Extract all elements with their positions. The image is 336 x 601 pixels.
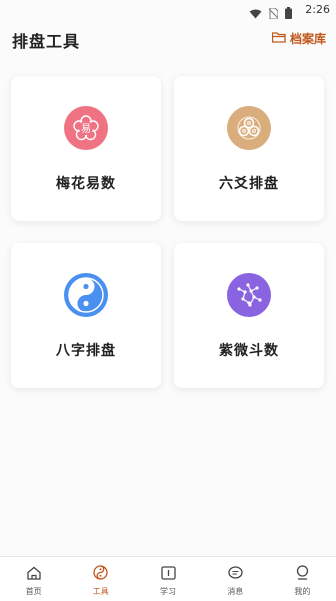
- tab-profile[interactable]: 我的: [269, 557, 336, 601]
- tool-card-ziwei[interactable]: 紫微斗数: [174, 243, 324, 388]
- yin-yang-icon: [64, 273, 108, 317]
- archive-label: 档案库: [289, 32, 326, 46]
- archive-button[interactable]: 档案库: [271, 30, 326, 47]
- status-bar: 2:26: [0, 0, 336, 20]
- folder-icon: [271, 31, 286, 46]
- tab-label: 学习: [160, 587, 176, 596]
- tab-study[interactable]: 学习: [134, 557, 201, 601]
- page-title: 排盘工具: [12, 32, 81, 51]
- tab-tools[interactable]: 工具: [67, 557, 134, 601]
- tool-card-meihua[interactable]: 易 梅花易数: [11, 76, 161, 221]
- tool-label: 梅花易数: [56, 176, 116, 192]
- status-time: 2:26: [305, 3, 330, 16]
- app-header: 排盘工具 档案库: [0, 20, 336, 58]
- tool-icon: [93, 565, 108, 584]
- constellation-icon: [227, 273, 271, 317]
- tab-label: 首页: [25, 587, 42, 596]
- coins-icon: [227, 106, 271, 150]
- tool-label: 六爻排盘: [219, 176, 279, 192]
- plum-icon-text: 易: [81, 123, 91, 135]
- study-icon: [160, 565, 176, 584]
- profile-icon: [295, 565, 310, 584]
- tool-label: 八字排盘: [56, 343, 116, 359]
- tool-label: 紫微斗数: [219, 343, 279, 359]
- tab-messages[interactable]: 消息: [202, 557, 269, 601]
- plum-blossom-icon: 易: [64, 106, 108, 150]
- tab-home[interactable]: 首页: [0, 557, 67, 601]
- tab-label: 工具: [92, 587, 109, 596]
- bottom-tab-bar: 首页 工具 学习 消息 我的: [0, 556, 336, 601]
- message-icon: [228, 565, 243, 584]
- tab-label: 消息: [227, 587, 244, 596]
- tab-label: 我的: [294, 587, 311, 596]
- tool-card-bazi[interactable]: 八字排盘: [11, 243, 161, 388]
- home-icon: [26, 565, 42, 584]
- tool-card-liuyao[interactable]: 六爻排盘: [174, 76, 324, 221]
